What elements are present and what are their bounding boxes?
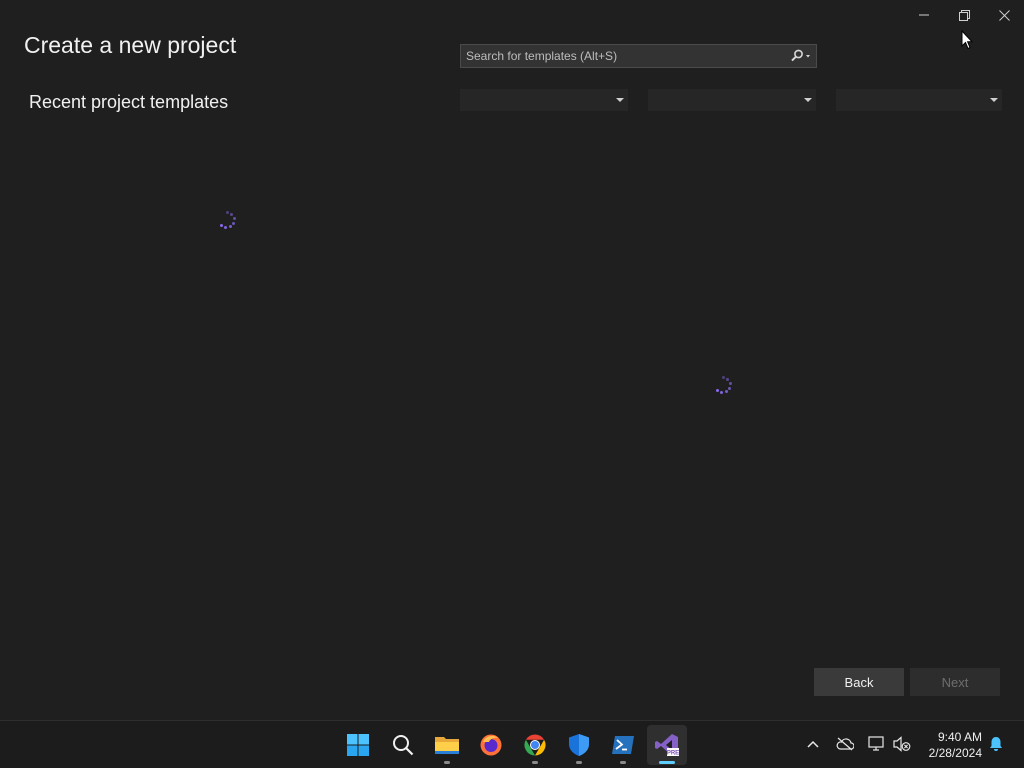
spinner-dot [224,225,228,229]
spinner-dot [232,221,236,225]
powershell-icon [612,736,634,754]
powershell-button[interactable] [603,725,643,765]
start-button[interactable] [338,725,378,765]
next-button[interactable]: Next [910,668,1000,696]
spinner-dot [715,388,719,392]
chevron-down-icon [616,97,624,102]
minimize-icon [919,14,929,16]
mouse-cursor-icon [961,30,973,50]
minimize-button[interactable] [904,0,944,30]
spinner-dot [721,376,725,379]
spinner-dot [725,390,729,394]
template-search-box[interactable] [460,44,817,68]
onedrive-offline-icon [836,737,854,751]
start-icon [347,734,369,756]
taskbar-clock[interactable]: 9:40 AM 2/28/2024 [922,729,982,761]
restore-button[interactable] [944,0,984,30]
svg-text:PRE: PRE [667,751,679,757]
running-indicator [620,761,626,764]
file-explorer-button[interactable] [427,725,467,765]
volume-muted-icon [893,736,911,752]
defender-icon [569,734,589,756]
close-icon [998,9,1010,21]
search-icon [791,49,810,62]
search-icon [393,735,414,756]
firefox-icon [480,734,502,756]
windows-security-button[interactable] [559,725,599,765]
notification-bell-icon [990,737,1002,751]
language-filter-dropdown[interactable] [460,89,628,111]
back-button[interactable]: Back [814,668,904,696]
show-hidden-icons-button[interactable] [802,733,824,755]
onedrive-button[interactable] [834,733,856,755]
template-search-input[interactable] [461,45,786,67]
taskbar: PRE 9:40 AM 2/28/2024 [0,720,1024,768]
firefox-button[interactable] [471,725,511,765]
clock-date: 2/28/2024 [928,746,982,760]
spinner-dot [728,386,732,390]
visual-studio-preview-button[interactable]: PRE [647,725,687,765]
page-title: Create a new project [24,32,237,58]
chevron-down-icon [804,97,812,102]
spinner-dot [229,225,233,229]
volume-button[interactable] [891,733,913,755]
templates-list-loading-spinner [713,375,733,395]
search-options-button[interactable] [786,45,816,67]
spinner-dot [225,211,229,214]
close-button[interactable] [984,0,1024,30]
window-controls [904,0,1024,30]
restore-icon [958,9,970,21]
platform-filter-dropdown[interactable] [648,89,816,111]
spinner-dot [728,381,732,385]
running-indicator [444,761,450,764]
spinner-dot [726,377,730,381]
recent-templates-heading: Recent project templates [29,92,229,112]
recent-templates-loading-spinner [217,210,237,230]
chevron-up-icon [807,740,819,748]
active-indicator [659,761,675,764]
network-icon [868,736,884,751]
create-project-window: Create a new project Recent project temp… [0,0,1024,720]
spinner-dot [720,390,724,394]
chrome-button[interactable] [515,725,555,765]
project-type-filter-dropdown[interactable] [836,89,1002,111]
notifications-button[interactable] [985,733,1007,755]
running-indicator [532,761,538,764]
file-explorer-icon [435,737,459,754]
spinner-dot [219,223,223,227]
network-button[interactable] [866,733,888,755]
spinner-dot [230,212,234,216]
running-indicator [576,761,582,764]
chrome-icon [524,734,546,756]
spinner-dot [232,216,236,220]
clock-time: 9:40 AM [937,730,982,744]
visual-studio-preview-icon: PRE [655,734,679,757]
taskbar-search-button[interactable] [383,725,423,765]
chevron-down-icon [990,97,998,102]
